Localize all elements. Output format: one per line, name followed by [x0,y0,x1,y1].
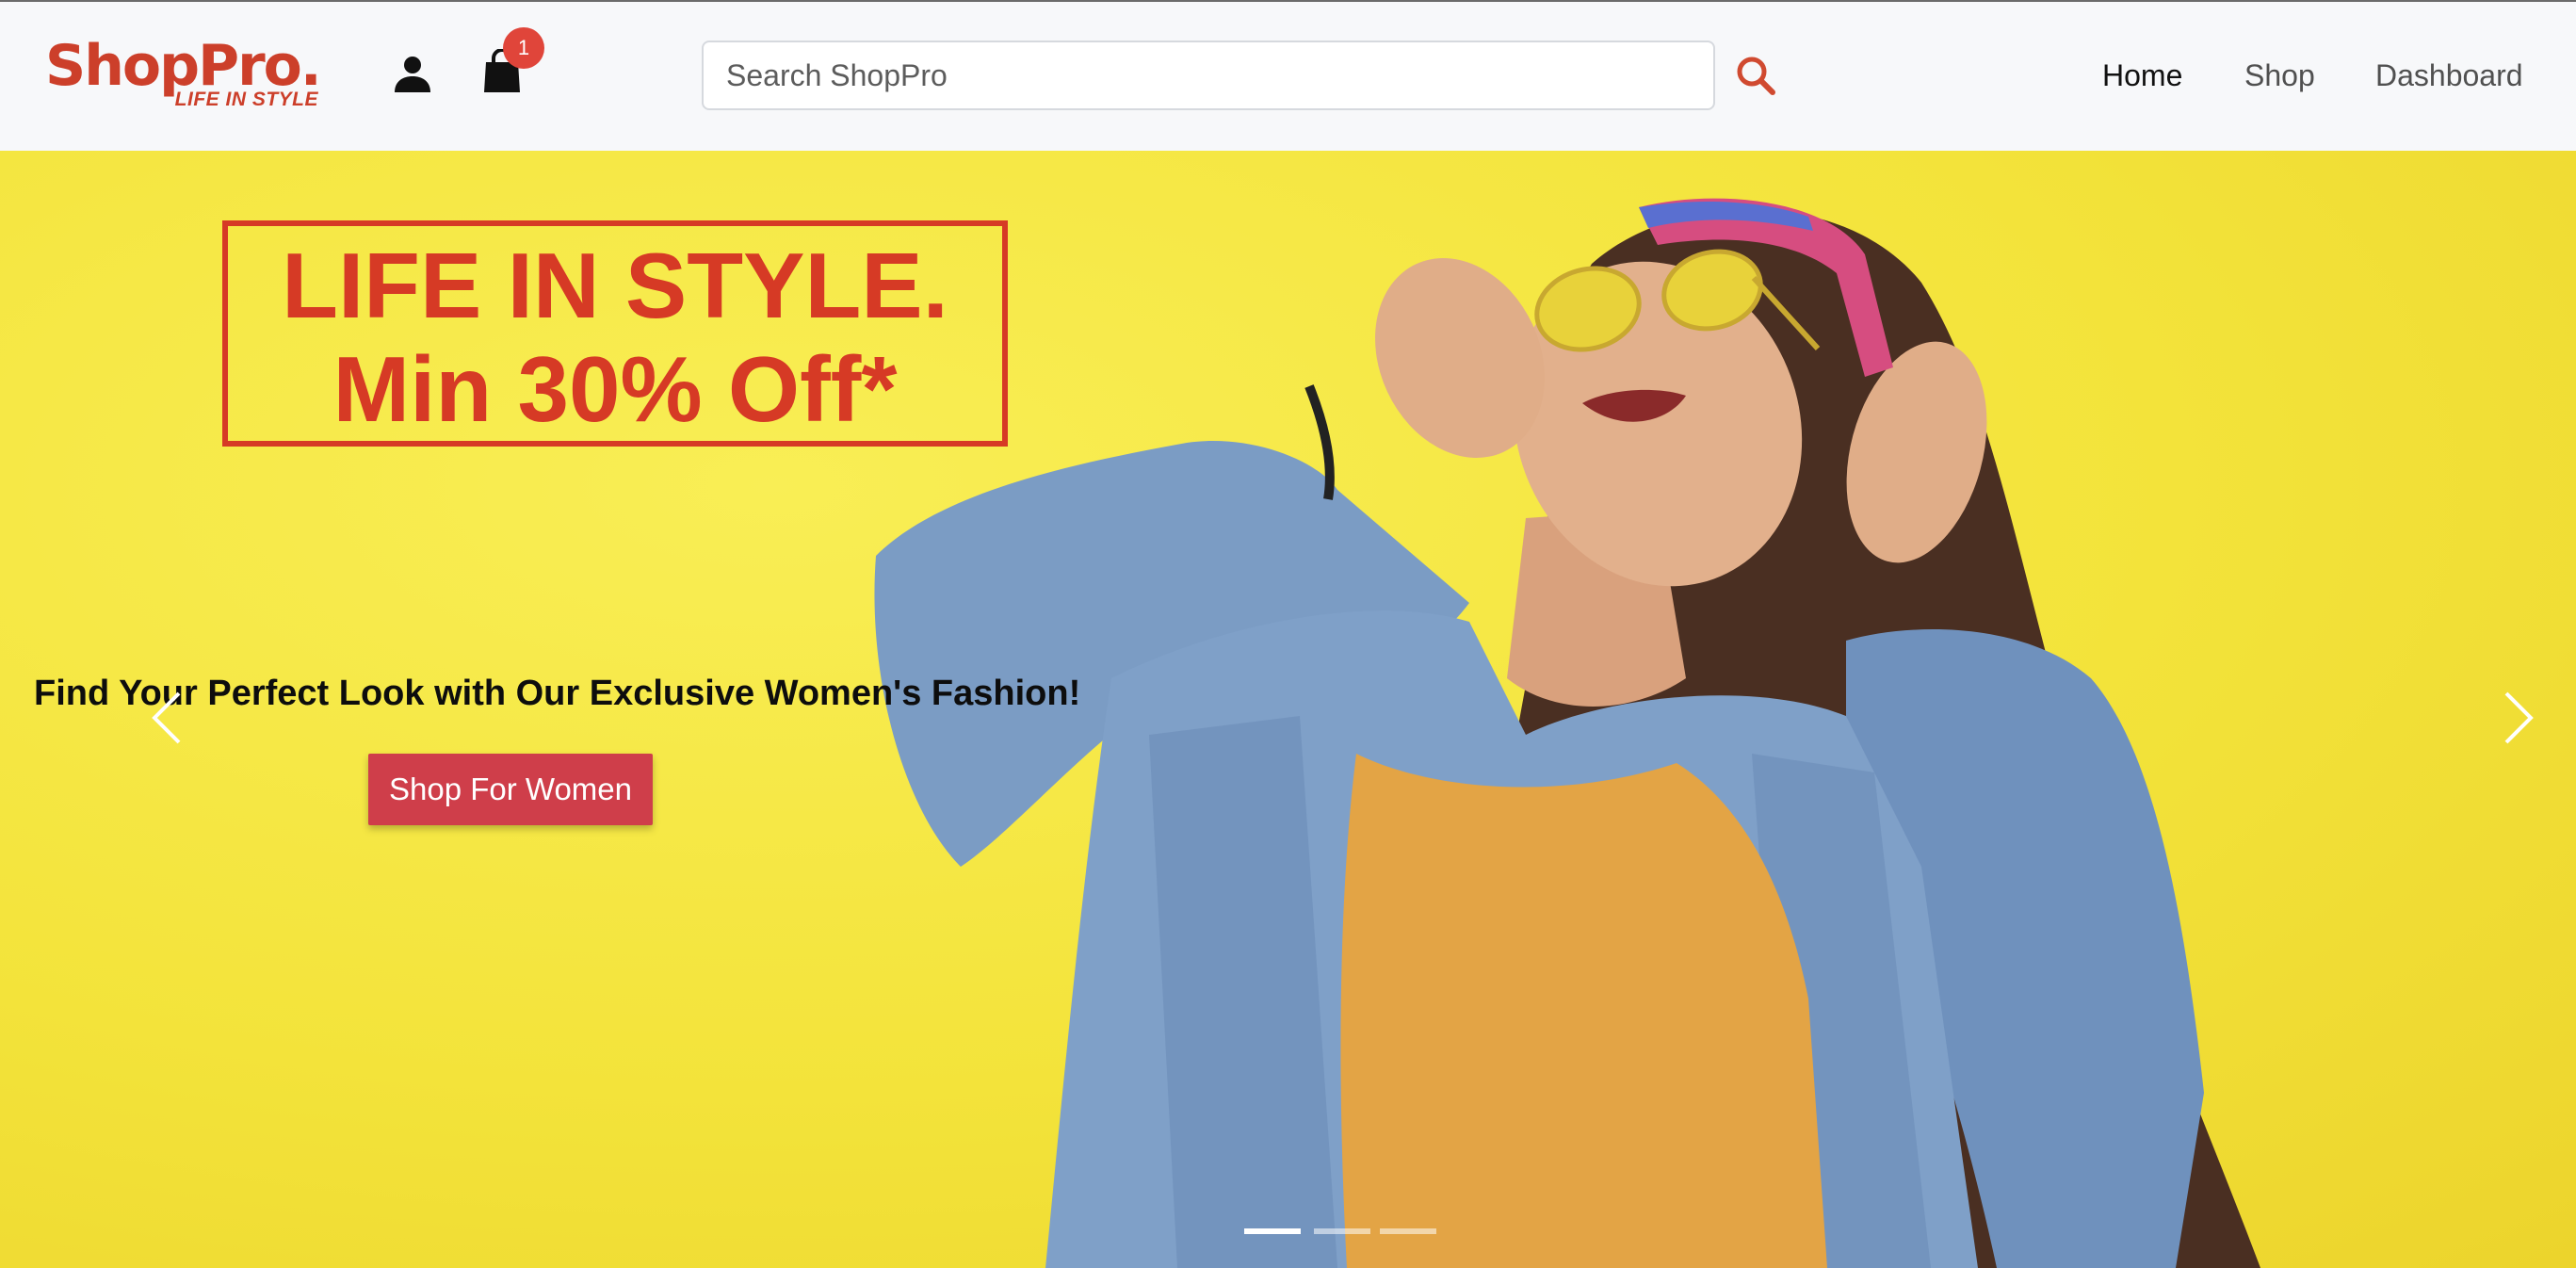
promo-banner: LIFE IN STYLE. Min 30% Off* [222,220,1008,447]
user-icon[interactable] [392,53,433,94]
carousel-indicator-2[interactable] [1314,1228,1370,1234]
shop-for-women-button[interactable]: Shop For Women [368,754,653,825]
shoppro-logo[interactable]: ShopPro. LIFE IN STYLE [45,33,322,113]
top-navbar: ShopPro. LIFE IN STYLE 1 Home Shop Dashb… [0,0,2576,151]
nav-link-home[interactable]: Home [2102,55,2182,96]
nav-link-shop[interactable]: Shop [2244,55,2315,96]
nav-link-dashboard[interactable]: Dashboard [2375,55,2523,96]
logo-wordmark: ShopPro. [45,33,322,99]
hero-carousel: LIFE IN STYLE. Min 30% Off* Find Your Pe… [0,151,2576,1268]
carousel-prev-chevron-icon[interactable] [147,688,185,748]
carousel-indicator-3[interactable] [1380,1228,1436,1234]
carousel-indicator-1[interactable] [1244,1228,1301,1234]
promo-discount: Min 30% Off* [332,337,898,441]
search-icon[interactable] [1735,55,1776,96]
logo-tagline: LIFE IN STYLE [174,89,318,110]
carousel-next-chevron-icon[interactable] [2501,688,2538,748]
hero-subtitle: Find Your Perfect Look with Our Exclusiv… [34,674,1081,713]
promo-headline: LIFE IN STYLE. [282,234,948,337]
search-input[interactable] [702,41,1715,110]
cart-count-badge: 1 [503,27,544,69]
